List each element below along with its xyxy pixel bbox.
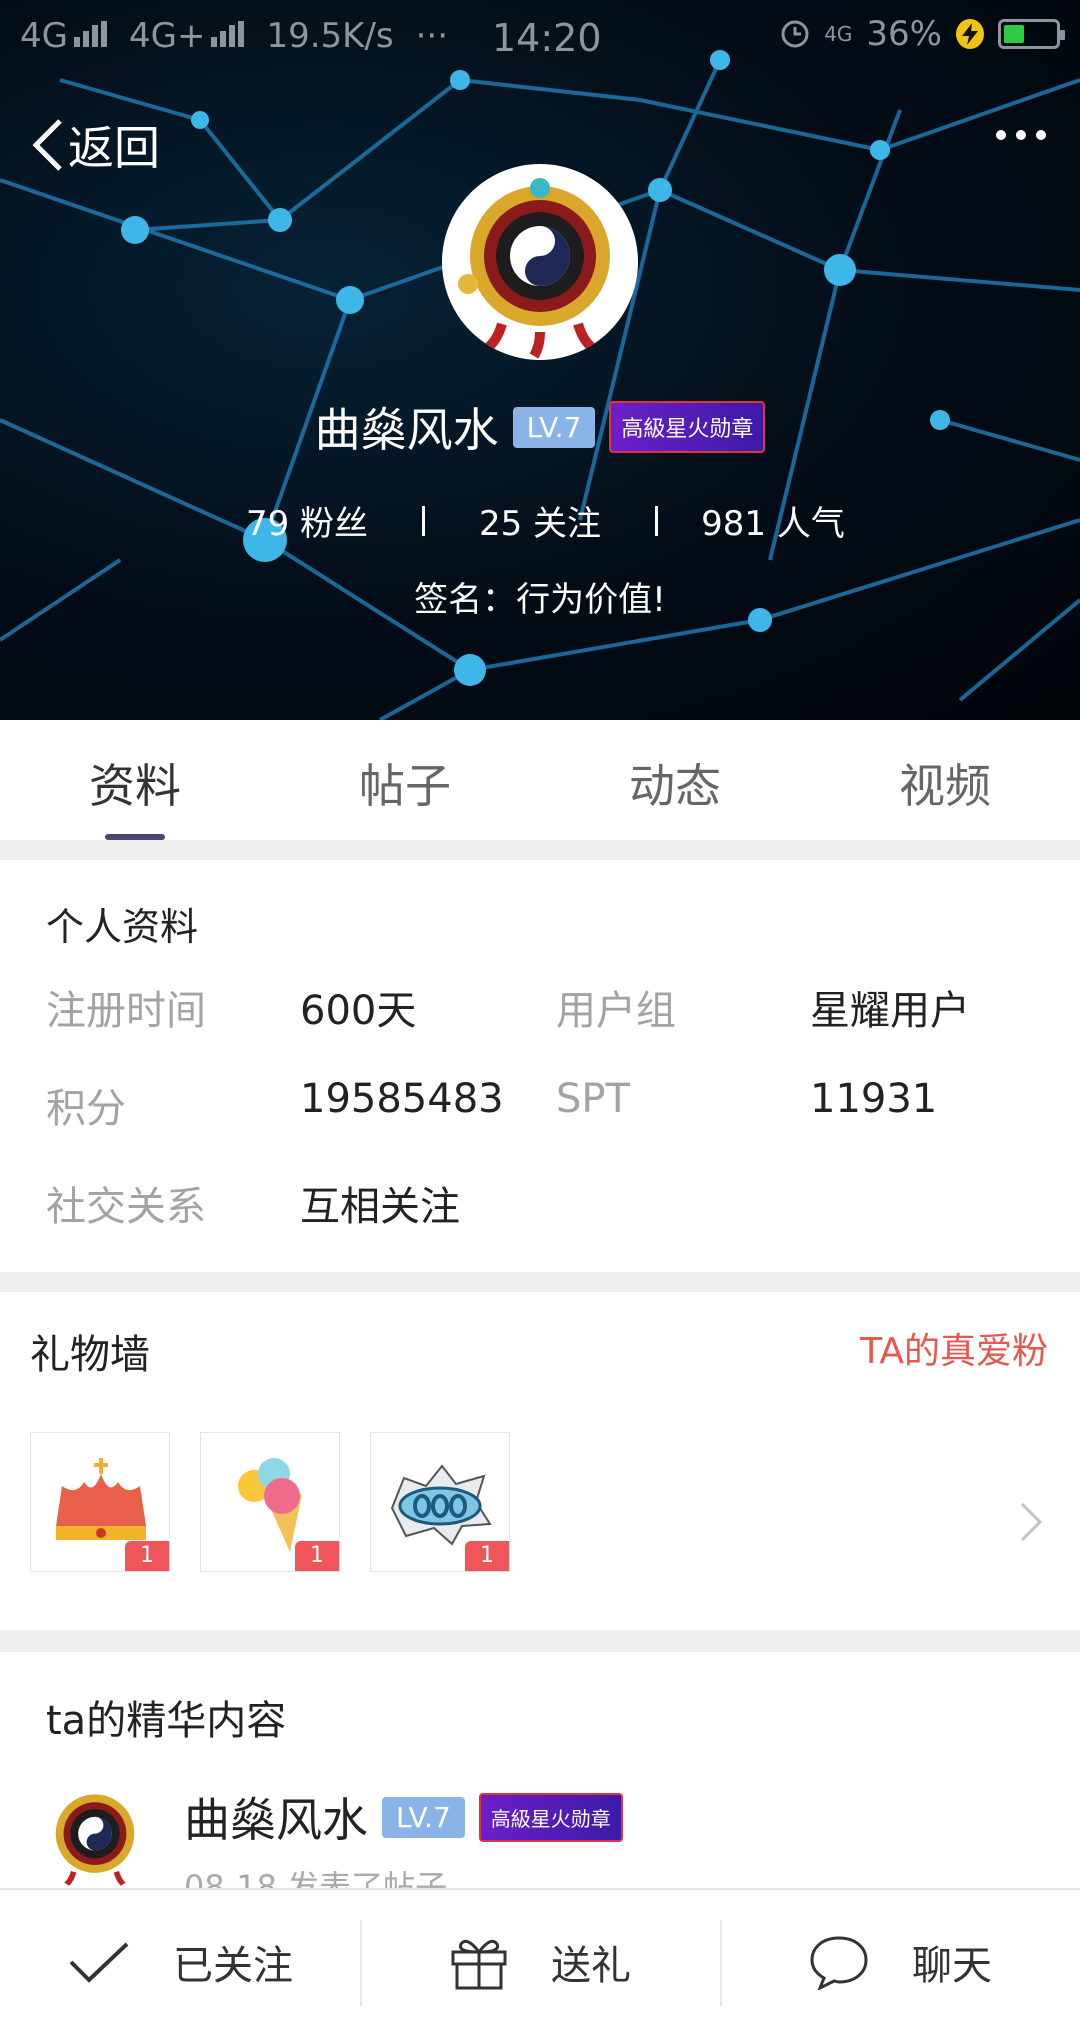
chat-bubble-icon	[810, 1936, 868, 1990]
following-count[interactable]: 25 关注	[425, 496, 655, 545]
network-speed: 19.5K/s	[266, 16, 394, 56]
chevron-right-icon[interactable]	[1018, 1500, 1044, 1544]
post-author-avatar[interactable]	[40, 1782, 150, 1888]
charging-icon	[956, 19, 984, 49]
taiji-avatar-icon	[458, 178, 610, 359]
more-icon[interactable]	[996, 130, 1046, 140]
info-value: 19585483	[300, 1076, 504, 1122]
alarm-icon	[781, 20, 809, 48]
notification-dots: ···	[415, 16, 449, 56]
section-title: 礼物墙	[30, 1332, 150, 1378]
medal-badge[interactable]: 高級星火勋章	[609, 401, 766, 453]
profile-header: 4G 4G+ 19.5K/s ··· 14:20 4G 36% 返回 曲燊风水 …	[0, 0, 1080, 720]
info-label: 用户组	[556, 988, 676, 1034]
taiji-avatar-icon	[55, 1794, 135, 1888]
back-chevron-icon	[32, 119, 62, 171]
signature: 签名：行为价值!	[414, 580, 666, 620]
gift-count-badge: 1	[465, 1541, 509, 1571]
info-label: 注册时间	[46, 988, 206, 1034]
chat-label: 聊天	[912, 1943, 992, 1989]
info-label: 积分	[46, 1086, 126, 1132]
personal-info-section: 个人资料 注册时间 600天 用户组 星耀用户 积分 19585483 SPT …	[0, 860, 1080, 1272]
chat-button[interactable]: 聊天	[720, 1890, 1080, 2034]
tab-activity[interactable]: 动态	[540, 720, 810, 840]
back-button[interactable]: 返回	[30, 112, 160, 178]
tab-label: 帖子	[359, 759, 451, 813]
info-value: 600天	[300, 988, 417, 1034]
tab-posts[interactable]: 帖子	[270, 720, 540, 840]
medal-badge[interactable]: 高級星火勋章	[478, 1792, 623, 1842]
tab-label: 资料	[89, 759, 181, 813]
info-value: 互相关注	[300, 1184, 460, 1230]
info-value: 星耀用户	[810, 988, 970, 1034]
bottom-action-bar: 已关注 送礼 聊天	[0, 1888, 1080, 2034]
info-value: 11931	[810, 1076, 938, 1122]
gift-item[interactable]: 1	[370, 1432, 510, 1572]
username: 曲燊风水	[314, 403, 499, 457]
status-bar: 4G 4G+ 19.5K/s ··· 14:20 4G 36%	[0, 0, 1080, 72]
carrier-2: 4G+	[129, 16, 245, 56]
profile-tabs: 资料 帖子 动态 视频	[0, 720, 1080, 840]
gift-label: 送礼	[551, 1943, 631, 1989]
battery-percent: 36%	[866, 14, 942, 54]
tab-videos[interactable]: 视频	[810, 720, 1080, 840]
back-label: 返回	[68, 121, 160, 175]
clock: 14:20	[492, 16, 602, 60]
popularity-count: 981 人气	[701, 504, 845, 544]
fans-count[interactable]: 79 粉丝	[192, 496, 422, 545]
post-meta: 08-18 发表了帖子	[184, 1868, 448, 1888]
level-badge: LV.7	[512, 406, 596, 448]
gift-count-badge: 1	[125, 1541, 169, 1571]
section-divider	[0, 1272, 1080, 1292]
signal-icon	[211, 21, 245, 47]
section-title: ta的精华内容	[46, 1698, 287, 1744]
gift-icon	[451, 1939, 507, 1990]
checkmark-icon	[69, 1942, 129, 1983]
level-badge: LV.7	[382, 1796, 465, 1838]
info-label: SPT	[556, 1076, 630, 1122]
profile-name-row: 曲燊风水 LV.7 高級星火勋章	[0, 394, 1080, 460]
gift-item[interactable]: 1	[30, 1432, 170, 1572]
section-divider	[0, 840, 1080, 860]
gift-item[interactable]: 1	[200, 1432, 340, 1572]
follow-label: 已关注	[173, 1943, 293, 1989]
profile-stats: 79 粉丝 25 关注 981 人气	[0, 496, 1080, 545]
info-label: 社交关系	[46, 1184, 206, 1230]
follow-button[interactable]: 已关注	[0, 1890, 360, 2034]
post-author-row: 曲燊风水 LV.7 高級星火勋章	[184, 1784, 623, 1850]
battery-icon	[998, 19, 1065, 49]
gift-wall-section: 礼物墙 TA的真爱粉 1 1 1	[0, 1292, 1080, 1630]
network-type: 4G	[824, 22, 853, 46]
section-divider	[0, 1630, 1080, 1652]
send-gift-button[interactable]: 送礼	[360, 1890, 720, 2034]
essence-section: ta的精华内容 曲燊风水 LV.7 高級星火勋章 08-18 发表了帖子	[0, 1652, 1080, 1888]
signal-icon	[73, 21, 107, 47]
tab-profile[interactable]: 资料	[0, 720, 270, 840]
tab-label: 视频	[899, 759, 991, 813]
post-author-name[interactable]: 曲燊风水	[184, 1784, 368, 1850]
section-title: 个人资料	[46, 905, 199, 949]
gift-count-badge: 1	[295, 1541, 339, 1571]
carrier-1: 4G	[20, 16, 107, 56]
tab-label: 动态	[629, 759, 721, 813]
avatar[interactable]	[442, 164, 638, 360]
true-fans-link[interactable]: TA的真爱粉	[860, 1322, 1048, 1374]
